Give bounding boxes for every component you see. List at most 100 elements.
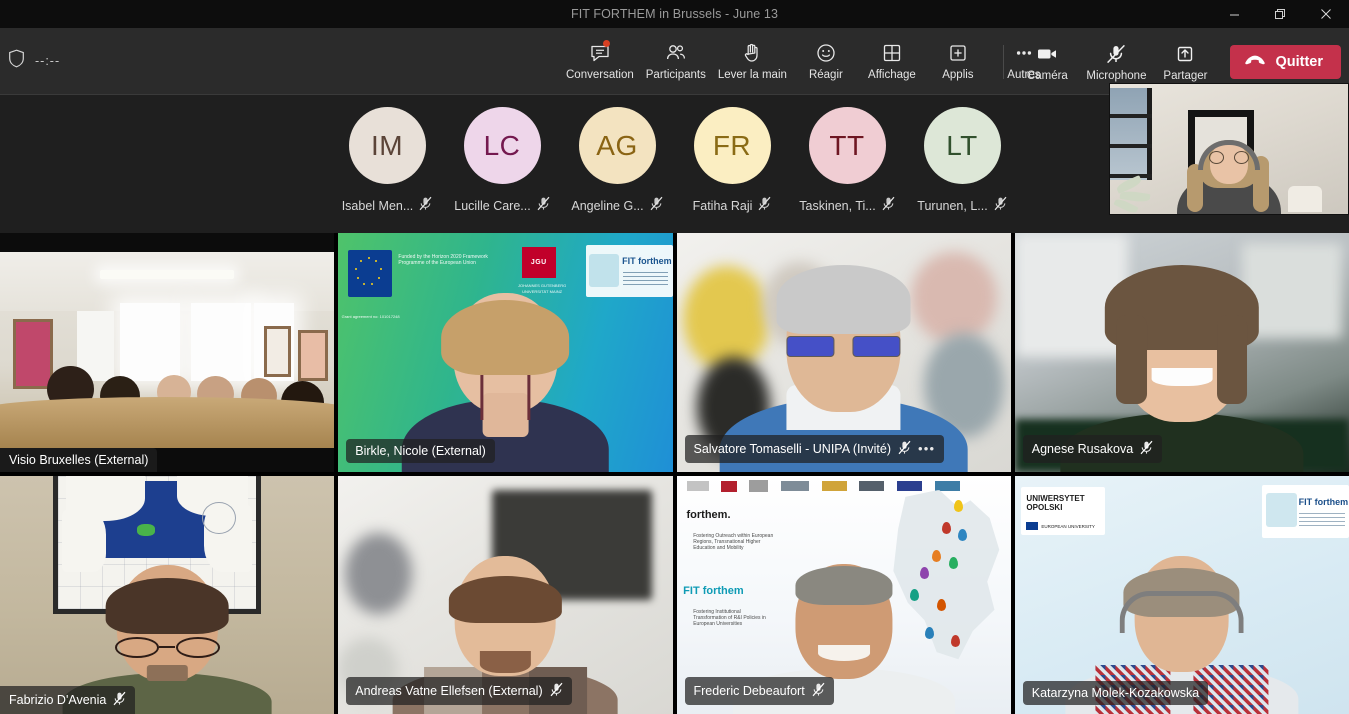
video-tile-fabrizio-davenia[interactable]: Fabrizio D'Avenia [0,475,335,714]
participants-button[interactable]: Participants [640,38,712,84]
avatar-name: Turunen, L... [917,199,988,213]
eu-funding-text: Funded by the Horizon 2020 Framework Pro… [398,254,488,267]
self-bg-window-bars [1110,88,1152,180]
avatar-name-row: Lucille Care... [454,196,550,216]
avatar-initials: AG [596,129,638,161]
avatar-initials: LC [483,129,521,161]
mic-off-icon [1140,440,1153,458]
video-tile-visio-bruxelles[interactable]: Visio Bruxelles (External) [0,233,335,472]
leave-call-button[interactable]: Quitter [1230,44,1341,79]
apps-label: Applis [942,69,974,81]
raise-hand-label: Lever la main [717,69,787,81]
meeting-timer: --:-- [35,54,61,68]
restore-button[interactable] [1257,0,1303,28]
tile-name-pill: Fabrizio D'Avenia [0,686,136,714]
tile-video-feed: UNIWERSYTET OPOLSKI EUROPEAN UNIVERSITY … [1014,475,1349,714]
mic-off-icon [550,682,563,700]
camera-icon [1034,42,1060,66]
participant-name: Frederic Debeaufort [693,684,805,698]
fit-forthem-text: FIT forthem [1298,496,1349,507]
jgu-label: JGU [530,259,547,267]
avatar-name-row: Taskinen, Ti... [799,196,895,216]
share-label: Partager [1163,69,1208,82]
microphone-label: Microphone [1086,69,1147,82]
conversation-label: Conversation [566,69,634,81]
avatar-item-3[interactable]: FR Fatiha Raji [675,107,790,216]
self-bg-lamp [1288,186,1322,212]
eu-flag-icon [1026,522,1039,531]
window-title: FIT FORTHEM in Brussels - June 13 [570,7,779,21]
toolbar-divider [1003,44,1005,79]
avatar-name-row: Isabel Men... [342,196,433,216]
video-tile-frederic-debeaufort[interactable]: forthem. Fostering Outreach within Europ… [676,475,1011,714]
avatar-name: Isabel Men... [341,199,414,213]
react-button[interactable]: Réagir [793,38,859,84]
self-video-tile[interactable] [1109,83,1349,215]
video-tile-katarzyna-molek-kozakowska[interactable]: UNIWERSYTET OPOLSKI EUROPEAN UNIVERSITY … [1014,475,1349,714]
avatar-item-0[interactable]: IM Isabel Men... [330,107,445,216]
title-bar: FIT FORTHEM in Brussels - June 13 [0,0,1349,28]
tile-name-pill: Birkle, Nicole (External) [346,438,495,463]
avatar-item-5[interactable]: LT Turunen, L... [905,107,1020,216]
avatar-name-row: Angeline G... [571,196,663,216]
partner-logo [859,481,885,492]
view-button[interactable]: Affichage [859,38,925,84]
raise-hand-button[interactable]: Lever la main [712,38,793,84]
avatar-item-1[interactable]: LC Lucille Care... [445,107,560,216]
mic-off-icon [1104,42,1128,66]
video-tile-agnese-rusakova[interactable]: Agnese Rusakova [1014,233,1349,472]
tile-name-pill: Katarzyna Molek-Kozakowska [1022,681,1209,705]
chat-icon [588,40,612,65]
fit-forthem-text: FIT forthem [622,256,672,267]
smiley-icon [814,41,838,65]
avatar-name: Lucille Care... [454,199,531,213]
video-tile-birkle-nicole[interactable]: Funded by the Horizon 2020 Framework Pro… [338,233,673,472]
tile-name-pill: Agnese Rusakova [1022,434,1163,463]
shield-icon [8,49,25,73]
microphone-button[interactable]: Microphone [1080,39,1152,85]
close-button[interactable] [1303,0,1349,28]
avatar-initials: IM [370,129,404,161]
share-button[interactable]: Partager [1152,39,1218,85]
mic-off-icon [650,196,663,216]
participant-name: Katarzyna Molek-Kozakowska [1031,686,1200,700]
avatar: TT [808,107,886,184]
plus-box-icon [946,41,970,65]
avatar-initials: TT [829,129,865,161]
tile-name-pill: Visio Bruxelles (External) [0,447,158,472]
partner-logo [749,480,769,493]
tile-video-feed: Funded by the Horizon 2020 Framework Pro… [338,233,673,472]
avatar-name: Taskinen, Ti... [799,199,876,213]
participant-name: Fabrizio D'Avenia [9,693,107,707]
tile-more-options-icon[interactable]: ••• [918,441,935,456]
avatar-item-2[interactable]: AG Angeline G... [560,107,675,216]
raise-hand-icon [740,41,764,65]
avatar: AG [578,107,656,184]
video-tile-salvatore-tomaselli[interactable]: Salvatore Tomaselli - UNIPA (Invité) ••• [676,233,1011,472]
fit-forthem-wordmark: FIT forthem [683,585,744,598]
grid-view-icon [880,41,904,65]
avatar-item-4[interactable]: TT Taskinen, Ti... [790,107,905,216]
conversation-button[interactable]: Conversation [560,38,640,84]
camera-button[interactable]: Caméra [1014,39,1080,85]
mic-off-icon [898,440,911,458]
fit-forthem-logo: FIT forthem [585,244,673,298]
tile-name-pill: Andreas Vatne Ellefsen (External) [346,677,572,705]
partner-logo [821,481,847,492]
video-tile-andreas-vatne-ellefsen[interactable]: Andreas Vatne Ellefsen (External) [338,475,673,714]
toolbar-left-group: --:-- [0,49,560,73]
mic-off-icon [882,196,895,216]
avatar-name-row: Turunen, L... [917,196,1007,216]
participant-name: Birkle, Nicole (External) [355,443,486,458]
avatar: LT [923,107,1001,184]
avatar-name: Fatiha Raji [692,199,753,213]
people-icon [664,41,688,65]
participant-name: Agnese Rusakova [1031,441,1134,456]
mic-off-icon [113,691,126,709]
mic-off-icon [994,196,1007,216]
minimize-button[interactable] [1211,0,1257,28]
tile-video-feed [0,475,335,714]
avatar-name-row: Fatiha Raji [693,196,772,216]
apps-button[interactable]: Applis [925,38,991,84]
avatar: IM [348,107,426,184]
